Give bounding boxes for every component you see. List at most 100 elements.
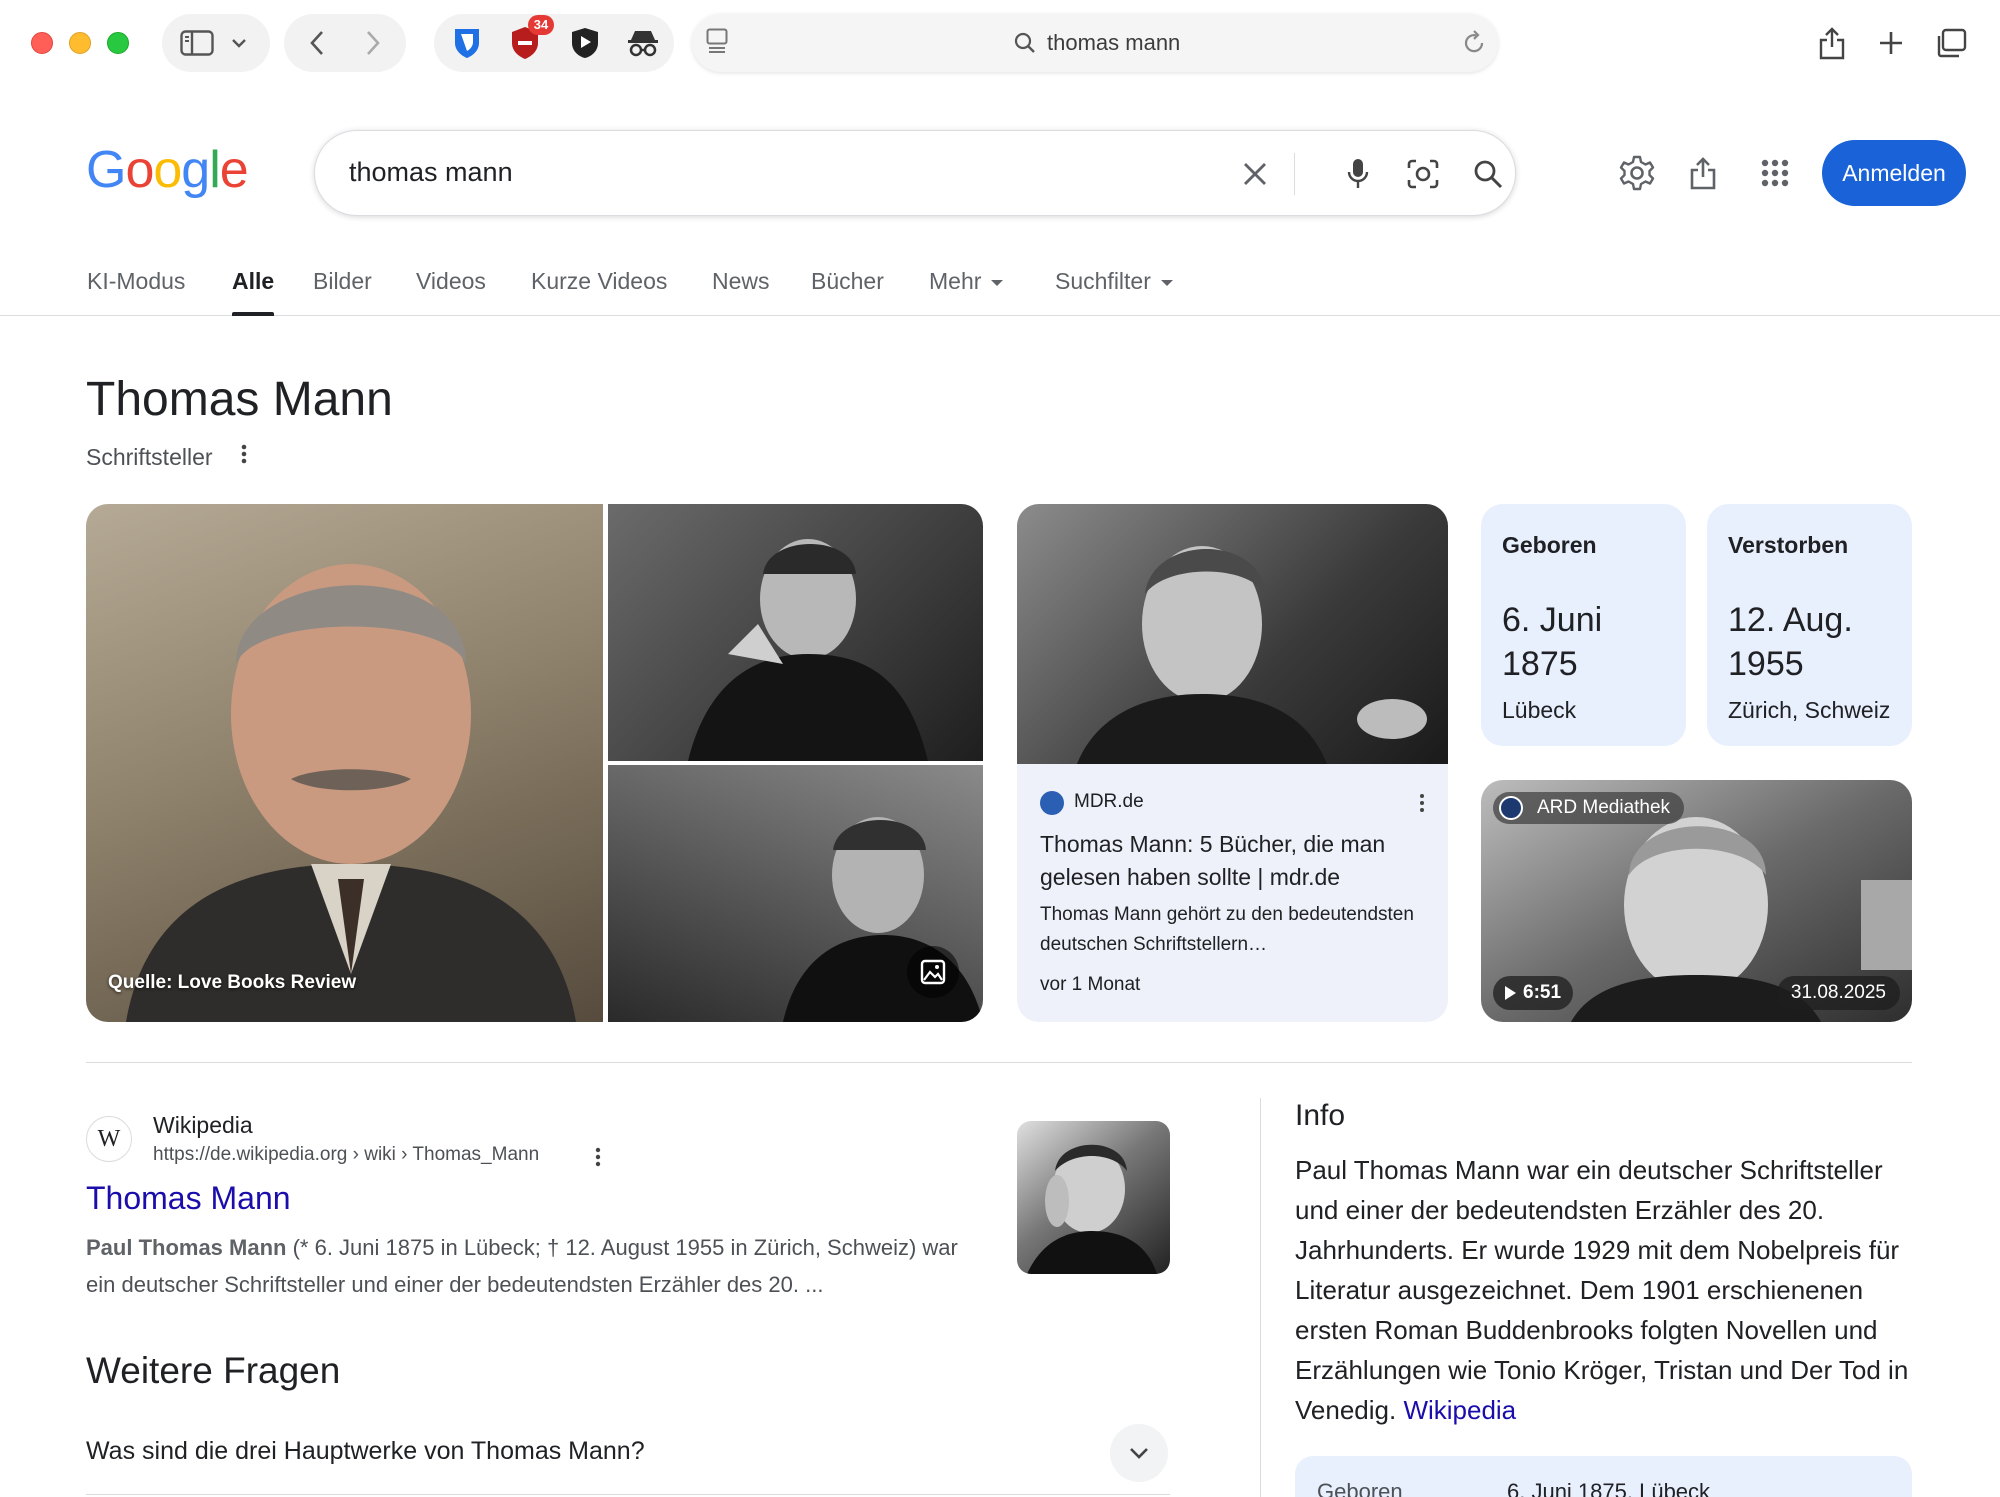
result-title-link[interactable]: Thomas Mann [86,1180,291,1217]
tab-books[interactable]: Bücher [811,268,884,295]
microphone-icon[interactable] [1335,151,1381,197]
article-age: vor 1 Monat [1040,974,1141,995]
video-duration: 6:51 [1523,982,1562,1003]
info-heading: Info [1295,1099,1346,1132]
ard-logo-icon [1499,796,1523,820]
search-input[interactable] [349,157,1149,188]
search-icon [1014,32,1036,54]
article-snippet: Thomas Mann gehört zu den bedeutendsten … [1040,904,1414,955]
died-label: Verstorben [1728,532,1849,558]
question-divider [86,1494,1170,1495]
tab-videos[interactable]: Videos [416,268,486,295]
article-image [1017,504,1448,764]
sidebar-toggle-group [162,14,270,72]
caret-down-icon [1160,279,1173,286]
search-submit-icon[interactable] [1465,151,1511,197]
clear-search-icon[interactable] [1232,151,1278,197]
info-source-link[interactable]: Wikipedia [1403,1395,1516,1425]
news-article-card[interactable]: MDR.de Thomas Mann: 5 Bücher, die man ge… [1017,504,1448,1022]
share-icon[interactable] [1803,14,1861,72]
tab-images[interactable]: Bilder [313,268,372,295]
share-results-icon[interactable] [1680,150,1726,196]
related-question[interactable]: Was sind die drei Hauptwerke von Thomas … [86,1437,645,1466]
born-date: 6. Juni 1875 [1502,601,1603,683]
video-source: ARD Mediathek [1537,797,1671,818]
died-place: Zürich, Schweiz [1728,697,1891,723]
tab-short-videos[interactable]: Kurze Videos [531,268,667,295]
ublock-shield-icon[interactable]: 34 [496,14,554,72]
logo-letter: G [86,141,126,199]
image-gallery-icon[interactable] [907,946,959,998]
logo-letter: o [125,141,154,199]
new-tab-icon[interactable] [1862,14,1920,72]
section-divider [86,1062,1912,1063]
bitwarden-shield-icon[interactable] [438,14,496,72]
more-options-icon[interactable] [232,443,256,469]
search-box[interactable] [314,130,1516,216]
info-row-label: Geboren [1317,1479,1403,1497]
logo-letter: g [181,141,210,199]
born-fact-card[interactable]: Geboren 6. Juni 1875 Lübeck [1481,504,1686,746]
tab-ai-mode[interactable]: KI-Modus [87,268,185,295]
result-thumbnail[interactable] [1017,1121,1170,1274]
browser-toolbar: 34 thomas mann [0,0,2000,86]
tab-more-label: Mehr [929,268,982,294]
died-fact-card[interactable]: Verstorben 12. Aug. 1955 Zürich, Schweiz [1707,504,1912,746]
info-description: Paul Thomas Mann war ein deutscher Schri… [1295,1150,1915,1430]
article-title[interactable]: Thomas Mann: 5 Bücher, die man gelesen h… [1040,828,1430,894]
logo-letter: o [153,141,182,199]
search-divider [1294,153,1295,195]
reload-icon[interactable] [1462,30,1486,56]
active-tab-indicator [232,312,274,316]
back-arrow-icon[interactable] [288,14,346,72]
result-url[interactable]: https://de.wikipedia.org › wiki › Thomas… [153,1144,539,1166]
chevron-down-icon[interactable] [1110,1424,1168,1482]
entity-subtitle: Schriftsteller [86,444,213,470]
google-logo[interactable]: Google [86,140,249,200]
wikipedia-logo-icon[interactable]: W [86,1116,132,1162]
close-window-button[interactable] [31,32,53,54]
tab-news[interactable]: News [712,268,770,295]
tab-all[interactable]: Alle [232,268,274,295]
address-text: thomas mann [1047,30,1181,55]
born-label: Geboren [1502,532,1597,558]
tab-filters-label: Suchfilter [1055,268,1151,294]
reader-icon[interactable] [706,28,728,54]
more-options-icon[interactable] [588,1144,608,1170]
caret-down-icon [991,279,1004,286]
settings-gear-icon[interactable] [1614,150,1660,196]
fullscreen-window-button[interactable] [107,32,129,54]
born-place: Lübeck [1502,697,1577,723]
shield-play-icon[interactable] [556,14,614,72]
portrait-photo-young[interactable] [608,504,983,761]
entity-title: Thomas Mann [86,373,393,426]
search-tabs: KI-Modus Alle Bilder Videos Kurze Videos… [0,258,2000,316]
more-options-icon[interactable] [1412,790,1432,816]
sign-in-button[interactable]: Anmelden [1822,140,1966,206]
video-duration-badge: 6:51 [1493,976,1574,1010]
chevron-down-icon[interactable] [214,14,264,72]
forward-arrow-icon[interactable] [344,14,402,72]
play-icon [1505,986,1516,1000]
minimize-window-button[interactable] [69,32,91,54]
info-row-value: 6. Juni 1875, Lübeck [1507,1479,1711,1497]
info-facts-table: Geboren 6. Juni 1875, Lübeck [1295,1456,1912,1497]
portrait-photo-older[interactable] [608,765,983,1022]
tab-search-filters[interactable]: Suchfilter [1055,268,1173,295]
address-bar[interactable]: thomas mann [692,14,1498,72]
incognito-icon[interactable] [614,14,672,72]
result-snippet-bold: Paul Thomas Mann [86,1235,287,1260]
apps-grid-icon[interactable] [1752,150,1798,196]
result-snippet: Paul Thomas Mann (* 6. Juni 1875 in Lübe… [86,1229,986,1303]
navigation-group [284,14,406,72]
result-site-name[interactable]: Wikipedia [153,1112,253,1139]
logo-letter: l [209,141,221,199]
died-date: 12. Aug. 1955 [1728,601,1853,683]
google-lens-icon[interactable] [1400,151,1446,197]
portrait-photo-main[interactable]: Quelle: Love Books Review [86,504,603,1022]
extensions-group: 34 [434,14,674,72]
tab-overview-icon[interactable] [1922,14,1980,72]
video-card[interactable]: ARD Mediathek 6:51 31.08.2025 [1481,780,1912,1022]
related-questions-heading: Weitere Fragen [86,1350,341,1391]
tab-more[interactable]: Mehr [929,268,1004,295]
